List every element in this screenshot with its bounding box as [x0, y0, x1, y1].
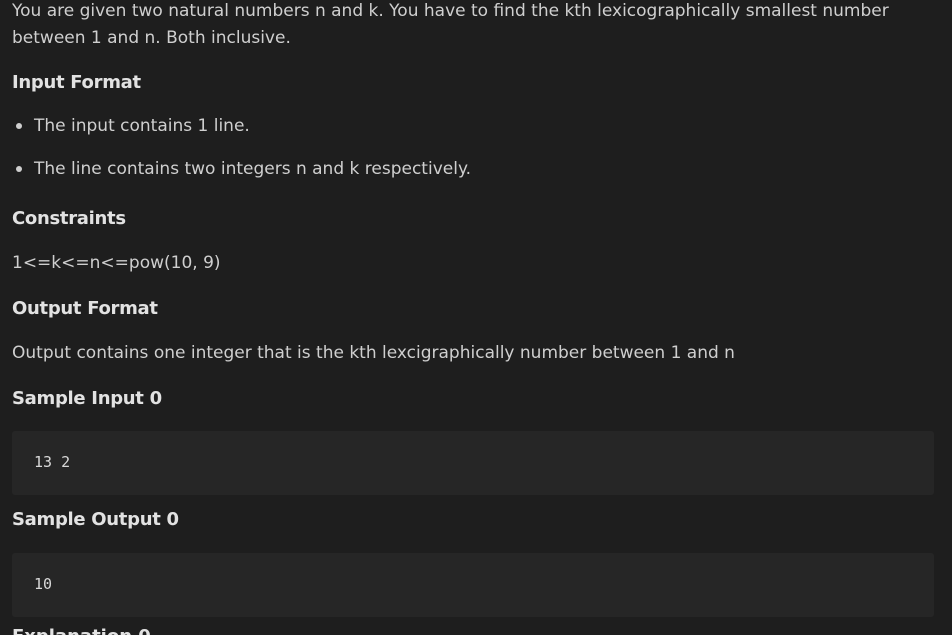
input-format-bullet: The line contains two integers n and k r… [12, 159, 471, 179]
sample-output-heading: Sample Output 0 [12, 509, 179, 530]
sample-output-code: 10 [34, 575, 53, 593]
output-format-text: Output contains one integer that is the … [12, 343, 735, 363]
sample-input-heading: Sample Input 0 [12, 388, 162, 409]
bullet-text: The input contains 1 line. [34, 116, 250, 136]
input-format-heading: Input Format [12, 72, 141, 93]
constraints-heading: Constraints [12, 208, 126, 229]
constraints-text: 1<=k<=n<=pow(10, 9) [12, 253, 221, 273]
bullet-text: The line contains two integers n and k r… [34, 159, 471, 179]
sample-input-code: 13 2 [34, 453, 71, 471]
output-format-heading: Output Format [12, 298, 158, 319]
input-format-bullet: The input contains 1 line. [12, 116, 250, 136]
bullet-icon [16, 123, 22, 129]
problem-intro: You are given two natural numbers n and … [12, 1, 889, 48]
sample-input-code-block[interactable]: 13 2 [12, 431, 934, 495]
explanation-heading: Explanation 0 [12, 626, 151, 635]
sample-output-code-block[interactable]: 10 [12, 553, 934, 617]
bullet-icon [16, 166, 22, 172]
